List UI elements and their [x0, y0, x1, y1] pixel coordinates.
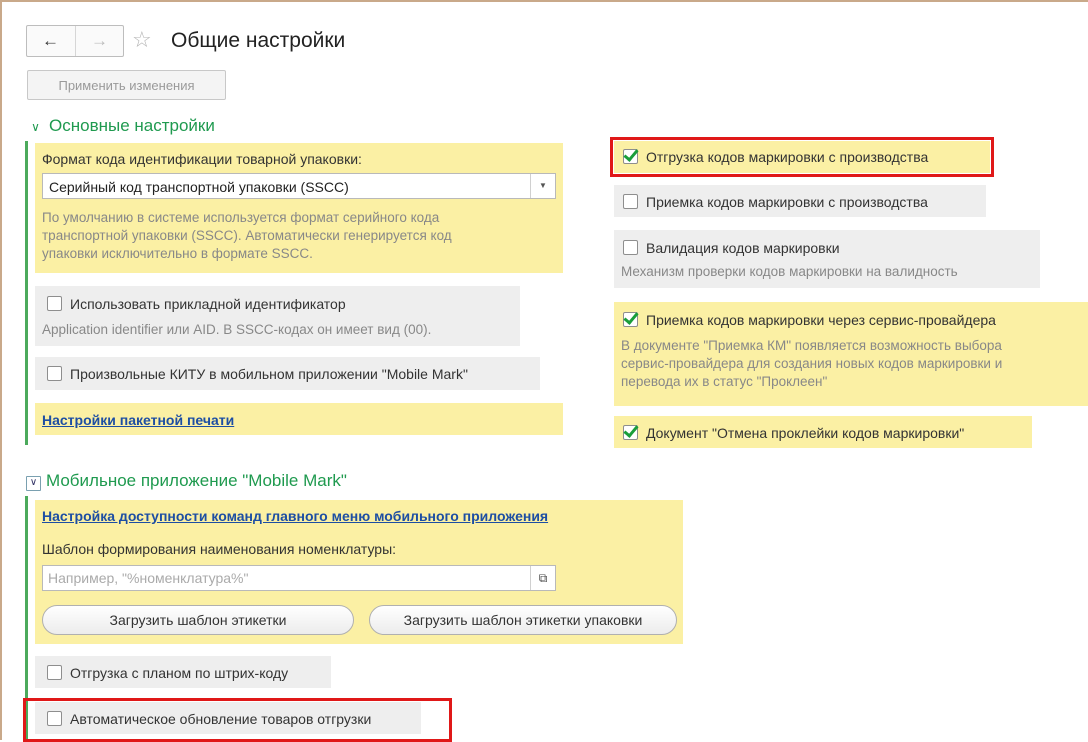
section-mobile-app[interactable]: ∨ Мобильное приложение "Mobile Mark": [26, 470, 347, 492]
receipt-codes-label: Приемка кодов маркировки с производства: [646, 194, 928, 210]
arbitrary-kitu-label: Произвольные КИТУ в мобильном приложении…: [70, 366, 468, 382]
format-select[interactable]: Серийный код транспортной упаковки (SSCC…: [42, 173, 556, 199]
load-label-template-button[interactable]: Загрузить шаблон этикетки: [42, 605, 354, 635]
navigation-group: ← →: [26, 25, 124, 57]
cancel-doc-checkbox-row[interactable]: Документ "Отмена проклейки кодов маркиро…: [623, 424, 964, 442]
favorite-star-icon[interactable]: ☆: [132, 27, 152, 53]
app-identifier-checkbox-row[interactable]: Использовать прикладной идентификатор: [47, 295, 346, 313]
cancel-doc-checkbox[interactable]: [623, 425, 638, 440]
provider-hint-line-2: сервис-провайдера для создания новых код…: [621, 356, 1003, 371]
cancel-doc-label: Документ "Отмена проклейки кодов маркиро…: [646, 425, 965, 441]
shipment-plan-label: Отгрузка с планом по штрих-коду: [70, 665, 289, 681]
mobile-commands-link[interactable]: Настройка доступности команд главного ме…: [42, 507, 548, 525]
app-identifier-checkbox[interactable]: [47, 296, 62, 311]
format-label: Формат кода идентификации товарной упако…: [42, 151, 362, 167]
arbitrary-kitu-checkbox-row[interactable]: Произвольные КИТУ в мобильном приложении…: [47, 365, 468, 383]
section-mobile-app-title: Мобильное приложение "Mobile Mark": [46, 471, 347, 490]
shipment-plan-checkbox[interactable]: [47, 665, 62, 680]
validation-label: Валидация кодов маркировки: [646, 240, 840, 256]
format-select-value: Серийный код транспортной упаковки (SSCC…: [49, 179, 349, 195]
auto-update-label: Автоматическое обновление товаров отгруз…: [70, 711, 372, 727]
shipment-plan-checkbox-row[interactable]: Отгрузка с планом по штрих-коду: [47, 664, 288, 682]
section-main-settings-title: Основные настройки: [49, 116, 215, 135]
section-main-settings[interactable]: ∨ Основные настройки: [28, 115, 215, 138]
window-border-top: [0, 0, 1088, 2]
provider-label: Приемка кодов маркировки через сервис-пр…: [646, 312, 996, 328]
batch-print-link[interactable]: Настройки пакетной печати: [42, 411, 234, 429]
receipt-codes-checkbox-row[interactable]: Приемка кодов маркировки с производства: [623, 193, 928, 211]
auto-update-checkbox[interactable]: [47, 711, 62, 726]
open-form-icon[interactable]: ⧉: [530, 566, 555, 590]
chevron-down-icon: ∨: [31, 120, 40, 134]
validation-hint: Механизм проверки кодов маркировки на ва…: [621, 264, 958, 279]
provider-hint-line-1: В документе "Приемка КМ" появляется возм…: [621, 338, 1002, 353]
provider-hint-line-3: перевода их в статус "Проклеен": [621, 374, 828, 389]
template-input[interactable]: Например, "%номенклатура%" ⧉: [42, 565, 556, 591]
arbitrary-kitu-checkbox[interactable]: [47, 366, 62, 381]
template-label: Шаблон формирования наименования номенкл…: [42, 541, 397, 557]
window-border-left: [0, 0, 2, 740]
back-arrow-icon[interactable]: ←: [27, 26, 74, 56]
app-identifier-hint: Application identifier или AID. В SSCC-к…: [42, 322, 432, 337]
provider-checkbox[interactable]: [623, 312, 638, 327]
validation-checkbox[interactable]: [623, 240, 638, 255]
forward-arrow-icon[interactable]: →: [75, 26, 123, 56]
auto-update-checkbox-row[interactable]: Автоматическое обновление товаров отгруз…: [47, 710, 371, 728]
shipment-codes-checkbox[interactable]: [623, 149, 638, 164]
receipt-codes-checkbox[interactable]: [623, 194, 638, 209]
app-identifier-label: Использовать прикладной идентификатор: [70, 296, 346, 312]
apply-changes-button[interactable]: Применить изменения: [27, 70, 226, 100]
format-hint-line-3: упаковки исключительно в формате SSCC.: [42, 246, 313, 261]
shipment-codes-label: Отгрузка кодов маркировки с производства: [646, 149, 929, 165]
load-package-template-button[interactable]: Загрузить шаблон этикетки упаковки: [369, 605, 677, 635]
page-title: Общие настройки: [171, 29, 346, 52]
format-hint-line-1: По умолчанию в системе используется форм…: [42, 210, 440, 225]
template-input-placeholder: Например, "%номенклатура%": [48, 570, 249, 586]
format-hint-line-2: транспортной упаковки (SSCC). Автоматиче…: [42, 228, 452, 243]
provider-checkbox-row[interactable]: Приемка кодов маркировки через сервис-пр…: [623, 311, 996, 329]
shipment-codes-checkbox-row[interactable]: Отгрузка кодов маркировки с производства: [623, 148, 928, 166]
section-main-indicator: [25, 141, 28, 445]
dropdown-arrow-icon[interactable]: ▼: [530, 174, 555, 198]
chevron-down-icon: ∨: [26, 476, 41, 491]
validation-checkbox-row[interactable]: Валидация кодов маркировки: [623, 239, 840, 257]
